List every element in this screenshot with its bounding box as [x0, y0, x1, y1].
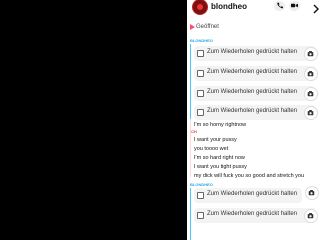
saved-snap-row[interactable]: Zum Wiederholen gedrückt halten	[194, 188, 302, 203]
chat-header: blondheo	[187, 0, 320, 14]
chat-message[interactable]: I'm so hard right now	[194, 155, 245, 161]
chat-message[interactable]: I'm so horny rightnow	[194, 122, 246, 128]
more-button[interactable]	[313, 1, 319, 14]
video-icon	[291, 3, 298, 8]
saved-snap-row[interactable]: Zum Wiederholen gedrückt halten	[194, 208, 318, 223]
saved-snap-label: Zum Wiederholen gedrückt halten	[207, 211, 298, 217]
saved-snap-row[interactable]: Zum Wiederholen gedrückt halten	[194, 46, 318, 61]
checkbox-icon	[197, 50, 204, 57]
sender-label: BLONDHEO	[190, 182, 213, 187]
camera-icon	[307, 51, 314, 57]
sender-bar	[190, 188, 191, 240]
saved-snap-label: Zum Wiederholen gedrückt halten	[207, 69, 298, 75]
checkbox-icon	[197, 109, 204, 116]
chat-message[interactable]: my dick will fuck you so good and stretc…	[194, 173, 304, 179]
sender-label: BLONDHEO	[190, 38, 213, 43]
sender-bar	[190, 44, 191, 122]
camera-button[interactable]	[304, 47, 318, 61]
video-area	[0, 0, 187, 240]
chat-message[interactable]: I want your pussy	[194, 137, 237, 143]
saved-snap-row[interactable]: Zum Wiederholen gedrückt halten	[194, 66, 318, 81]
camera-button[interactable]	[304, 87, 318, 101]
phone-icon	[277, 2, 283, 9]
opened-arrow-icon	[190, 24, 195, 30]
opened-status: Geöffnet	[196, 24, 219, 30]
saved-snap-label: Zum Wiederholen gedrückt halten	[207, 89, 298, 95]
call-button[interactable]	[274, 1, 285, 11]
chat-message[interactable]: you toooo wet	[194, 146, 228, 152]
camera-icon	[307, 213, 314, 219]
checkbox-icon	[197, 212, 204, 219]
avatar-icon	[197, 4, 203, 10]
saved-snap-label: Zum Wiederholen gedrückt halten	[207, 191, 298, 197]
camera-button[interactable]	[304, 106, 318, 120]
chat-screen: blondheo Geöffnet BLONDHEO Zum Wiederhol…	[187, 0, 320, 240]
camera-icon	[307, 71, 314, 77]
saved-snap-label: Zum Wiederholen gedrückt halten	[207, 108, 298, 114]
saved-snap-row[interactable]: Zum Wiederholen gedrückt halten	[194, 105, 318, 120]
chevron-right-icon	[313, 4, 319, 14]
video-call-button[interactable]	[289, 1, 300, 11]
camera-button[interactable]	[304, 209, 318, 223]
me-label: ICH	[190, 129, 197, 134]
checkbox-icon	[197, 90, 204, 97]
camera-icon	[307, 91, 314, 97]
checkbox-icon	[197, 192, 204, 199]
camera-button[interactable]	[304, 67, 318, 81]
me-bar	[190, 119, 191, 177]
chat-message[interactable]: I want you tight pussy	[194, 164, 247, 170]
saved-snap-label: Zum Wiederholen gedrückt halten	[207, 49, 298, 55]
checkbox-icon	[197, 70, 204, 77]
camera-icon	[307, 110, 314, 116]
saved-snap-row[interactable]: Zum Wiederholen gedrückt halten	[194, 86, 318, 101]
avatar[interactable]	[193, 0, 207, 14]
camera-button[interactable]	[305, 186, 319, 200]
camera-icon	[308, 190, 315, 196]
chat-username[interactable]: blondheo	[211, 2, 247, 11]
